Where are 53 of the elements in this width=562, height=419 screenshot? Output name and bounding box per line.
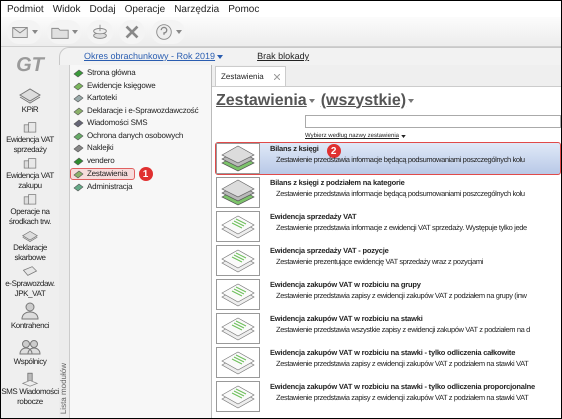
module-icon — [73, 80, 84, 91]
logo: GT — [16, 53, 44, 78]
module-icon — [73, 118, 84, 128]
search-field[interactable] — [305, 115, 561, 128]
caret-icon — [32, 30, 38, 34]
sidebar-item[interactable]: Wspólnicy — [1, 335, 59, 371]
sidebar-item[interactable]: KPiR — [1, 83, 59, 119]
module-item[interactable]: Ochrona danych osobowych — [70, 130, 190, 142]
module-icon — [73, 106, 84, 116]
caret-icon — [176, 30, 182, 34]
menu-item[interactable]: Operacje — [124, 2, 166, 16]
sidebar-item[interactable]: Deklaracje skarbowe — [1, 227, 59, 263]
tab[interactable]: Zestawienia — [215, 66, 286, 86]
module-item[interactable]: Naklejki — [70, 142, 120, 154]
module-item[interactable]: Strona główna — [70, 67, 143, 80]
caret-icon — [217, 54, 224, 58]
module-item[interactable]: Kartoteki — [70, 92, 124, 104]
menu-item[interactable]: Podmiot — [7, 2, 44, 16]
menu-item[interactable]: Narzędzia — [174, 2, 220, 16]
module-icon — [73, 68, 84, 78]
module-item[interactable]: Deklaracje i e-Sprawozdawczość — [70, 104, 206, 117]
sidebar-item[interactable]: e-Sprawozdaw. JPK_VAT — [1, 263, 59, 299]
sidebar-item[interactable]: Ewidencja VAT sprzedaży — [1, 119, 59, 155]
module-icon — [73, 143, 84, 154]
sidebar-item[interactable]: Operacje na środkach trw. — [1, 191, 59, 227]
module-item[interactable]: vendero — [70, 154, 122, 167]
close-icon[interactable] — [274, 74, 280, 80]
module-icon — [73, 169, 84, 179]
module-item[interactable]: Wiadomości SMS — [70, 117, 154, 130]
module-icon — [73, 130, 84, 141]
module-item[interactable]: Ewidencje księgowe — [70, 80, 162, 92]
sidebar-item[interactable]: Kontrahenci — [1, 299, 59, 335]
filter-dropdown[interactable]: (wszystkie) — [320, 88, 414, 112]
period-link[interactable]: Okres obrachunkowy - Rok 2019 — [84, 50, 224, 64]
module-list-strip[interactable]: Lista modułów — [59, 65, 70, 418]
module-item[interactable]: Administracja — [70, 181, 140, 194]
menu-item[interactable]: Pomoc — [228, 2, 260, 16]
callout-badge: 1 — [138, 167, 152, 181]
module-item[interactable]: Zestawienia — [70, 168, 134, 180]
caret-icon — [72, 30, 78, 34]
help-icon — [154, 22, 174, 42]
caret-icon — [401, 135, 406, 138]
coins-icon — [90, 22, 110, 42]
lock-status-link[interactable]: Brak blokady — [257, 50, 310, 64]
sidebar-item[interactable]: SMS Wiadomości robocze — [1, 371, 59, 407]
category-dropdown[interactable]: Zestawienia — [216, 88, 315, 112]
menu-item[interactable]: Widok — [52, 2, 80, 16]
module-icon — [73, 93, 84, 104]
menu-item[interactable]: Dodaj — [89, 2, 116, 16]
sidebar-item[interactable]: Ewidencja VAT zakupu — [1, 155, 59, 191]
caret-icon — [308, 98, 315, 102]
callout-badge: 2 — [326, 144, 341, 158]
caret-icon — [408, 98, 414, 102]
